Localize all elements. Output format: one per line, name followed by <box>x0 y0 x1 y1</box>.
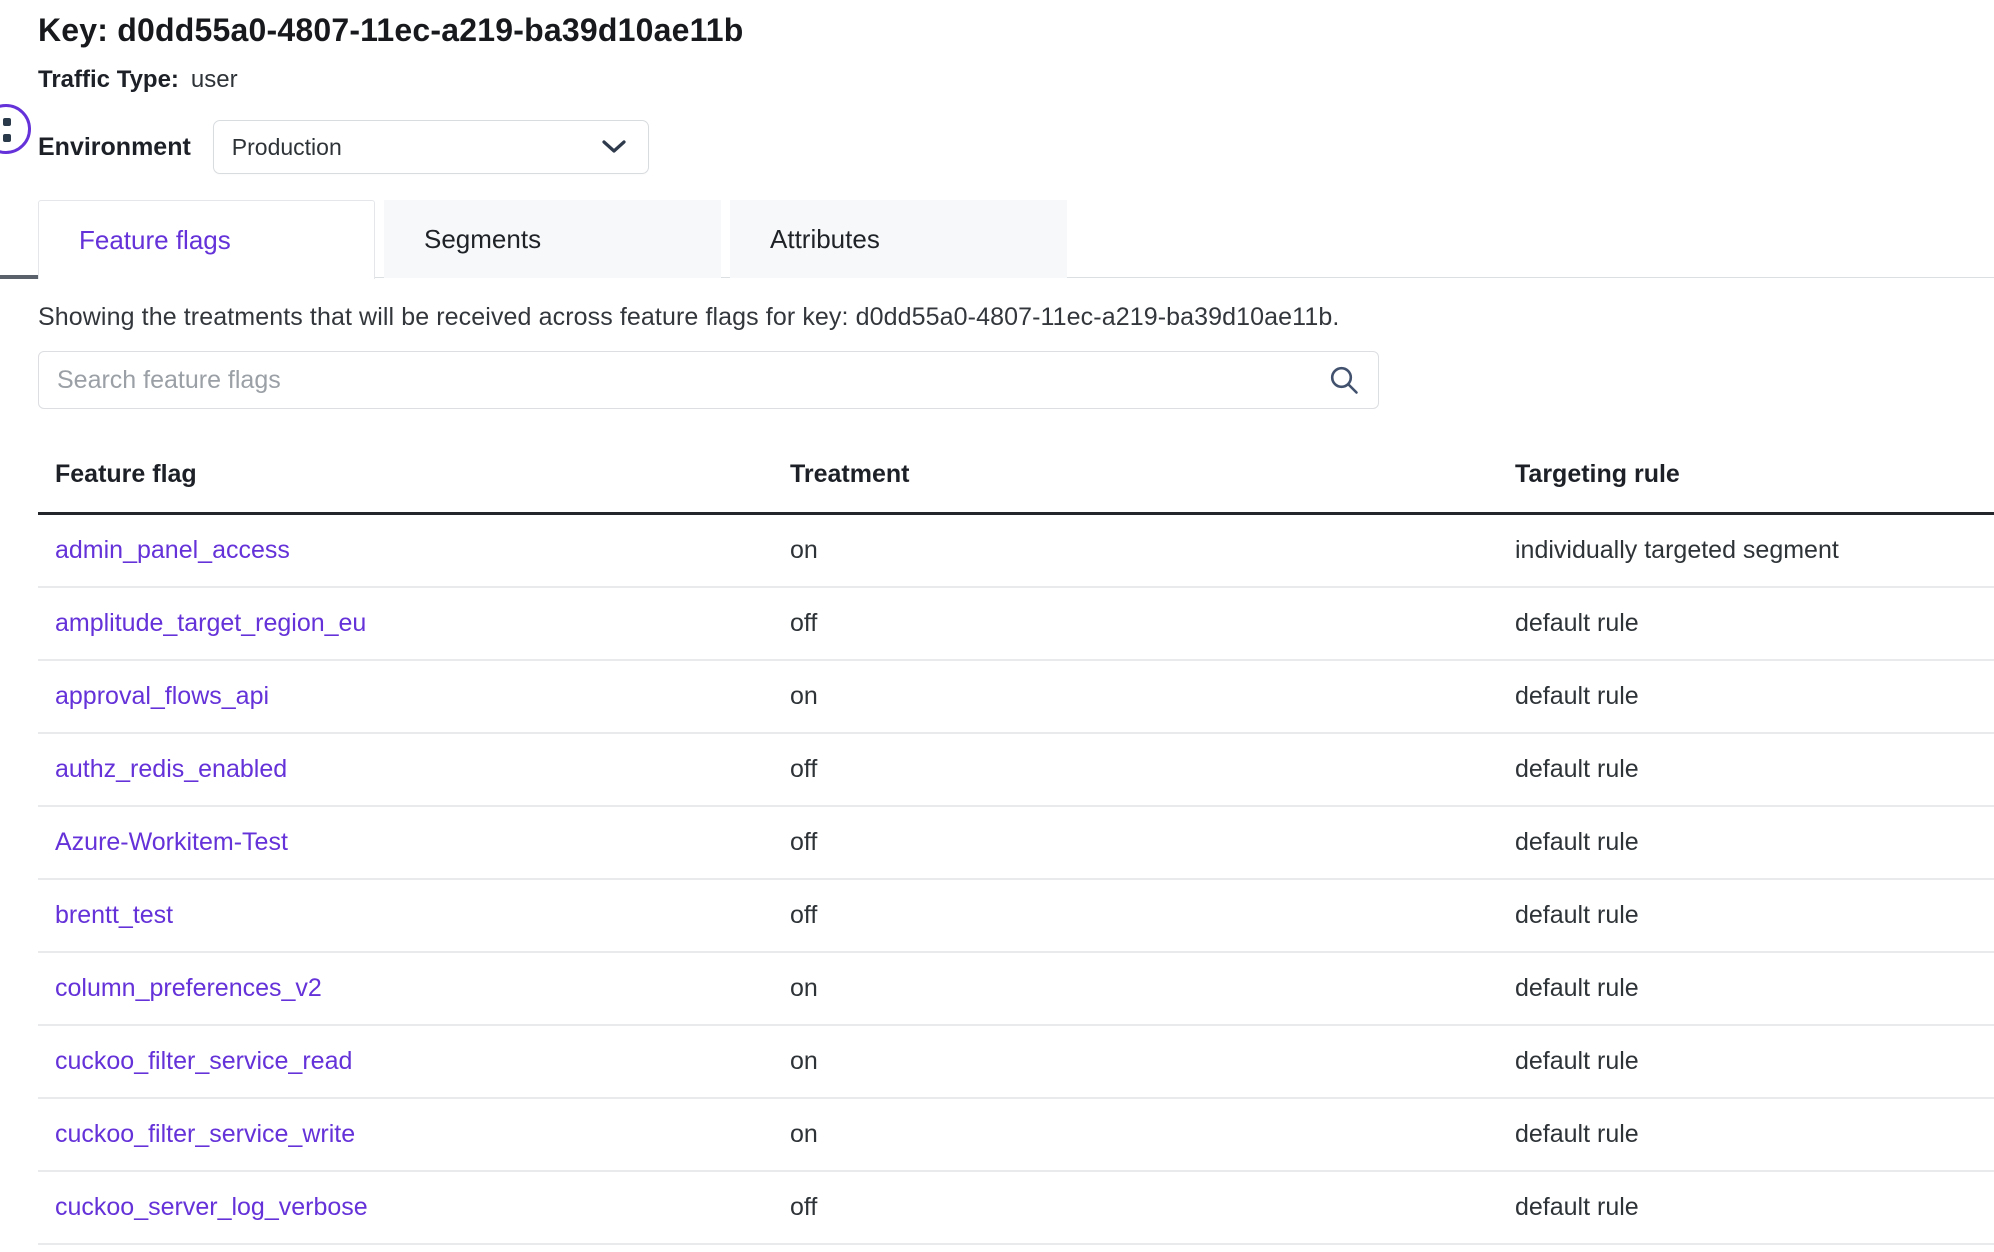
table-row: cuckoo_filter_service_write on default r… <box>38 1099 1994 1172</box>
treatment-value: on <box>790 1047 1515 1076</box>
page-title: Key: d0dd55a0-4807-11ec-a219-ba39d10ae11… <box>38 12 744 49</box>
tab-segments[interactable]: Segments <box>384 200 721 278</box>
treatment-value: off <box>790 901 1515 930</box>
chevron-down-icon <box>602 140 626 154</box>
column-header-feature-flag: Feature flag <box>38 460 790 489</box>
targeting-rule-value: default rule <box>1515 609 1994 638</box>
feature-flag-link[interactable]: admin_panel_access <box>55 536 290 564</box>
table-row: amplitude_target_region_eu off default r… <box>38 588 1994 661</box>
feature-flag-link[interactable]: amplitude_target_region_eu <box>55 609 366 637</box>
tab-strip: Feature flags Segments Attributes <box>0 200 1994 278</box>
treatment-value: on <box>790 682 1515 711</box>
table-header-row: Feature flag Treatment Targeting rule <box>38 436 1994 515</box>
targeting-rule-value: default rule <box>1515 901 1994 930</box>
environment-label: Environment <box>38 133 191 162</box>
treatment-value: on <box>790 1120 1515 1149</box>
widget-dot-icon <box>3 118 11 126</box>
treatment-value: off <box>790 609 1515 638</box>
treatment-value: off <box>790 1193 1515 1222</box>
search-input[interactable] <box>38 351 1379 409</box>
table-row: cuckoo_filter_service_read on default ru… <box>38 1026 1994 1099</box>
targeting-rule-value: default rule <box>1515 828 1994 857</box>
targeting-rule-value: default rule <box>1515 1047 1994 1076</box>
tab-label: Feature flags <box>79 225 231 256</box>
column-header-treatment: Treatment <box>790 460 1515 489</box>
treatment-value: off <box>790 755 1515 784</box>
tab-attributes[interactable]: Attributes <box>730 200 1067 278</box>
targeting-rule-value: default rule <box>1515 1193 1994 1222</box>
treatments-page: Key: d0dd55a0-4807-11ec-a219-ba39d10ae11… <box>0 0 1994 1252</box>
search-icon <box>1329 365 1359 395</box>
table-row: brentt_test off default rule <box>38 880 1994 953</box>
feature-flag-link[interactable]: cuckoo_server_log_verbose <box>55 1193 368 1221</box>
feature-flag-link[interactable]: brentt_test <box>55 901 173 929</box>
tab-label: Attributes <box>770 224 880 255</box>
tab-label: Segments <box>424 224 541 255</box>
environment-select[interactable]: Production <box>213 120 649 174</box>
table-row: authz_redis_enabled off default rule <box>38 734 1994 807</box>
table-row: Azure-Workitem-Test off default rule <box>38 807 1994 880</box>
treatments-description: Showing the treatments that will be rece… <box>38 303 1339 332</box>
table-row: approval_flows_api on default rule <box>38 661 1994 734</box>
feature-flag-link[interactable]: column_preferences_v2 <box>55 974 322 1002</box>
tab-strip-left-edge <box>0 275 38 279</box>
feature-flag-link[interactable]: cuckoo_filter_service_write <box>55 1120 355 1148</box>
table-row: column_preferences_v2 on default rule <box>38 953 1994 1026</box>
floating-widget-icon[interactable] <box>0 104 31 154</box>
tab-feature-flags[interactable]: Feature flags <box>38 200 375 279</box>
feature-flag-link[interactable]: authz_redis_enabled <box>55 755 287 783</box>
treatment-value: on <box>790 536 1515 565</box>
feature-flags-table: Feature flag Treatment Targeting rule ad… <box>38 436 1994 1245</box>
traffic-type-row: Traffic Type: user <box>38 66 744 94</box>
table-row: cuckoo_server_log_verbose off default ru… <box>38 1172 1994 1245</box>
targeting-rule-value: default rule <box>1515 974 1994 1003</box>
feature-flag-link[interactable]: approval_flows_api <box>55 682 269 710</box>
targeting-rule-value: default rule <box>1515 755 1994 784</box>
targeting-rule-value: individually targeted segment <box>1515 536 1994 565</box>
widget-dot-icon <box>3 134 11 142</box>
traffic-type-label: Traffic Type: <box>38 66 179 93</box>
table-row: admin_panel_access on individually targe… <box>38 515 1994 588</box>
environment-selected-value: Production <box>232 134 342 161</box>
targeting-rule-value: default rule <box>1515 682 1994 711</box>
treatment-value: off <box>790 828 1515 857</box>
treatment-value: on <box>790 974 1515 1003</box>
targeting-rule-value: default rule <box>1515 1120 1994 1149</box>
feature-flag-link[interactable]: Azure-Workitem-Test <box>55 828 288 856</box>
traffic-type-value: user <box>191 66 238 93</box>
column-header-targeting-rule: Targeting rule <box>1515 460 1994 489</box>
feature-flag-link[interactable]: cuckoo_filter_service_read <box>55 1047 352 1075</box>
